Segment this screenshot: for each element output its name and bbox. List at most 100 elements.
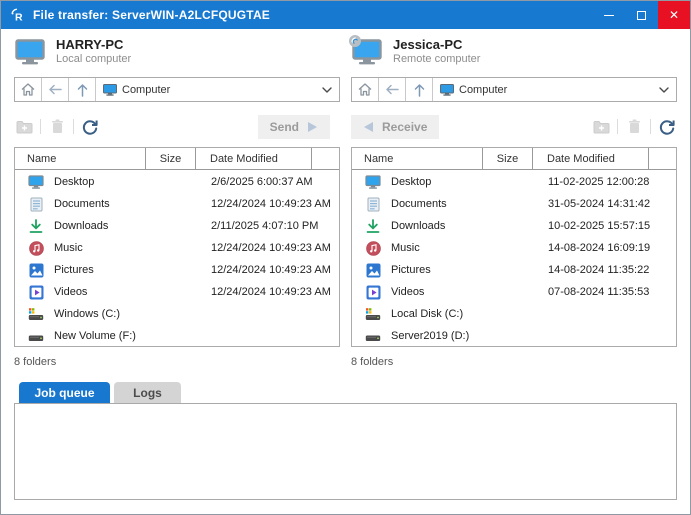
file-date: 11-02-2025 12:00:28 bbox=[532, 176, 648, 188]
remote-folder-count: 8 folders bbox=[351, 356, 677, 369]
toolbar-separator bbox=[73, 119, 74, 134]
column-name[interactable]: Name bbox=[352, 148, 482, 169]
file-name: Desktop bbox=[391, 176, 431, 188]
back-button[interactable] bbox=[42, 78, 69, 101]
tab-job-queue[interactable]: Job queue bbox=[19, 382, 110, 403]
table-row[interactable]: Pictures14-08-2024 11:35:22 bbox=[352, 259, 676, 281]
table-row[interactable]: Documents 12/24/2024 10:49:23 AM bbox=[15, 193, 339, 215]
column-date-modified[interactable]: Date Modified bbox=[195, 148, 311, 169]
path-dropdown-button[interactable] bbox=[652, 78, 676, 101]
local-computer-header: HARRY-PC Local computer bbox=[14, 37, 340, 71]
computer-path-icon bbox=[103, 84, 117, 96]
file-name-cell: Server2019 (D:) bbox=[352, 328, 482, 344]
file-name: Videos bbox=[54, 286, 87, 298]
table-row[interactable]: Windows (C:) bbox=[15, 303, 339, 325]
table-header: Name Size Date Modified bbox=[352, 148, 676, 170]
table-row[interactable]: Downloads10-02-2025 15:57:15 bbox=[352, 215, 676, 237]
file-name: Server2019 (D:) bbox=[391, 330, 469, 342]
maximize-button[interactable] bbox=[625, 1, 658, 29]
file-date: 14-08-2024 16:09:19 bbox=[532, 242, 648, 254]
file-transfer-window: R File transfer: ServerWIN-A2LCFQUGTAE ✕ bbox=[0, 0, 691, 515]
column-date-modified[interactable]: Date Modified bbox=[532, 148, 648, 169]
pictures-icon bbox=[365, 262, 381, 278]
send-arrow-icon bbox=[306, 121, 318, 133]
computer-path-icon bbox=[440, 84, 454, 96]
send-label: Send bbox=[270, 120, 299, 134]
receive-button[interactable]: Receive bbox=[351, 115, 439, 139]
file-name-cell: Local Disk (C:) bbox=[352, 306, 482, 322]
music-icon bbox=[365, 240, 381, 256]
refresh-button[interactable] bbox=[657, 117, 677, 137]
drive-icon bbox=[365, 328, 381, 344]
path-text: Computer bbox=[122, 84, 170, 96]
table-body: Desktop2/6/2025 6:00:37 AM Documents 12/24… bbox=[15, 171, 339, 347]
file-name: Music bbox=[54, 242, 83, 254]
file-name: Desktop bbox=[54, 176, 94, 188]
table-row[interactable]: Local Disk (C:) bbox=[352, 303, 676, 325]
home-icon bbox=[21, 83, 35, 96]
window-controls: ✕ bbox=[592, 1, 690, 29]
new-folder-button[interactable] bbox=[14, 117, 34, 137]
os-drive-icon bbox=[28, 306, 44, 322]
refresh-icon bbox=[659, 119, 675, 135]
file-name-cell: Downloads bbox=[15, 218, 145, 234]
table-row[interactable]: Pictures12/24/2024 10:49:23 AM bbox=[15, 259, 339, 281]
column-size[interactable]: Size bbox=[482, 148, 532, 169]
computer-name: HARRY-PC bbox=[56, 37, 131, 53]
column-name[interactable]: Name bbox=[15, 148, 145, 169]
home-button[interactable] bbox=[352, 78, 379, 101]
delete-button[interactable] bbox=[624, 117, 644, 137]
column-size[interactable]: Size bbox=[145, 148, 195, 169]
send-button[interactable]: Send bbox=[258, 115, 330, 139]
app-logo-icon: R bbox=[10, 7, 26, 23]
file-date: 12/24/2024 10:49:23 AM bbox=[195, 198, 311, 210]
bottom-tabs: Job queue Logs bbox=[14, 382, 677, 403]
computer-type: Local computer bbox=[56, 53, 131, 66]
back-button[interactable] bbox=[379, 78, 406, 101]
up-button[interactable] bbox=[406, 78, 433, 101]
file-date: 12/24/2024 10:49:23 AM bbox=[195, 242, 311, 254]
table-row[interactable]: Music 12/24/2024 10:49:23 AM bbox=[15, 237, 339, 259]
computer-type: Remote computer bbox=[393, 53, 480, 66]
wifi-badge-icon bbox=[349, 34, 361, 52]
tab-logs[interactable]: Logs bbox=[114, 382, 181, 403]
file-name: Music bbox=[391, 242, 420, 254]
table-row[interactable]: New Volume (F:) bbox=[15, 325, 339, 347]
desktop-icon bbox=[28, 174, 44, 190]
file-name-cell: Downloads bbox=[352, 218, 482, 234]
address-path[interactable]: Computer bbox=[433, 78, 652, 101]
left-toolbar: Send bbox=[14, 114, 340, 139]
up-button[interactable] bbox=[69, 78, 96, 101]
close-button[interactable]: ✕ bbox=[658, 1, 690, 29]
downloads-icon bbox=[365, 218, 381, 234]
new-folder-button[interactable] bbox=[591, 117, 611, 137]
table-row[interactable]: Videos12/24/2024 10:49:23 AM bbox=[15, 281, 339, 303]
local-folder-count: 8 folders bbox=[14, 356, 340, 369]
table-row[interactable]: Desktop2/6/2025 6:00:37 AM bbox=[15, 171, 339, 193]
table-row[interactable]: Documents31-05-2024 14:31:42 bbox=[352, 193, 676, 215]
table-row[interactable]: Server2019 (D:) bbox=[352, 325, 676, 347]
address-path[interactable]: Computer bbox=[96, 78, 315, 101]
documents-icon bbox=[365, 196, 381, 212]
local-file-list: Name Size Date Modified Desktop2/6/2025 … bbox=[14, 147, 340, 347]
videos-icon bbox=[28, 284, 44, 300]
desktop-icon bbox=[365, 174, 381, 190]
table-row[interactable]: Downloads2/11/2025 4:07:10 PM bbox=[15, 215, 339, 237]
file-name-cell: Music bbox=[15, 240, 145, 256]
minimize-button[interactable] bbox=[592, 1, 625, 29]
table-row[interactable]: Videos07-08-2024 11:35:53 bbox=[352, 281, 676, 303]
table-header: Name Size Date Modified bbox=[15, 148, 339, 170]
up-arrow-icon bbox=[77, 83, 88, 97]
path-text: Computer bbox=[459, 84, 507, 96]
refresh-button[interactable] bbox=[80, 117, 100, 137]
file-name: Pictures bbox=[391, 264, 431, 276]
path-dropdown-button[interactable] bbox=[315, 78, 339, 101]
delete-button[interactable] bbox=[47, 117, 67, 137]
window-title: File transfer: ServerWIN-A2LCFQUGTAE bbox=[33, 8, 270, 22]
file-name: Pictures bbox=[54, 264, 94, 276]
file-name: Documents bbox=[391, 198, 447, 210]
file-name: Documents bbox=[54, 198, 110, 210]
home-button[interactable] bbox=[15, 78, 42, 101]
table-row[interactable]: Music 14-08-2024 16:09:19 bbox=[352, 237, 676, 259]
table-row[interactable]: Desktop 11-02-2025 12:00:28 bbox=[352, 171, 676, 193]
